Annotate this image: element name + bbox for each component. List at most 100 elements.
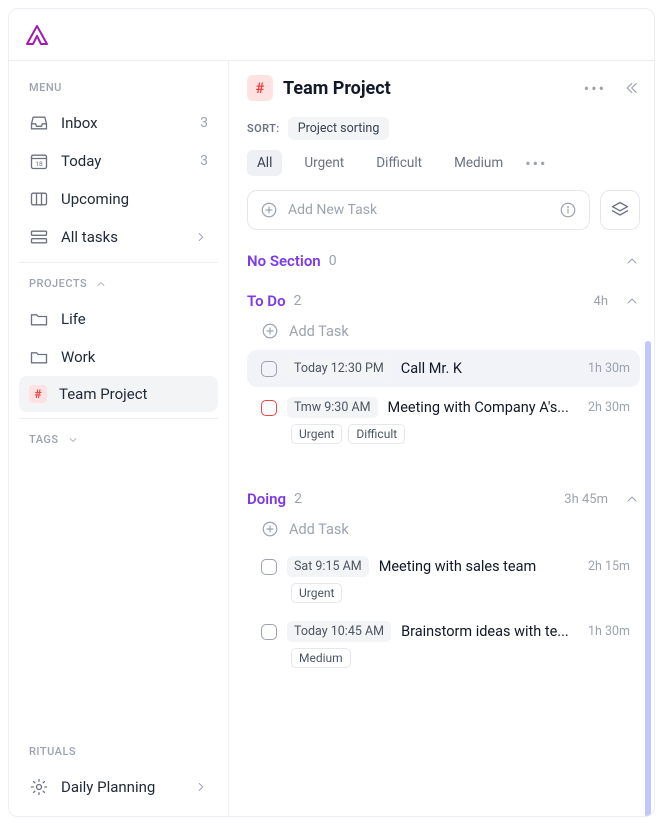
nav-label: Inbox [61, 114, 98, 132]
plus-icon [260, 201, 278, 219]
section-name[interactable]: No Section [247, 252, 321, 270]
columns-icon [29, 189, 49, 209]
nav-label: Work [61, 348, 95, 366]
section-count: 2 [294, 491, 302, 507]
layers-button[interactable] [600, 190, 640, 230]
sort-label: SORT: [247, 122, 280, 135]
filter-medium[interactable]: Medium [444, 150, 513, 176]
task-title: Meeting with Company A's... [388, 399, 569, 416]
filter-row: All Urgent Difficult Medium ••• [247, 150, 640, 176]
topbar [9, 9, 654, 61]
chevron-up-icon [95, 278, 107, 290]
page-title: Team Project [283, 78, 391, 99]
project-life[interactable]: Life [19, 300, 218, 338]
task-tag[interactable]: Urgent [291, 583, 342, 603]
nav-label: Daily Planning [61, 778, 155, 796]
project-work[interactable]: Work [19, 338, 218, 376]
plus-icon [261, 520, 279, 538]
add-task-button[interactable]: Add Task [247, 508, 640, 548]
chevron-right-icon [194, 230, 208, 244]
task-when: Today 10:45 AM [287, 621, 391, 642]
section-count: 0 [329, 253, 337, 269]
sort-value[interactable]: Project sorting [288, 117, 390, 140]
page-header: # Team Project ••• [247, 75, 640, 101]
chevron-right-icon [194, 780, 208, 794]
task-row[interactable]: Today 12:30 PM Call Mr. K 1h 30m [247, 350, 640, 387]
task-tag[interactable]: Urgent [291, 424, 342, 444]
task-tag[interactable]: Medium [291, 648, 351, 668]
sidebar: MENU Inbox 3 18 Today 3 Upcoming All tas… [9, 61, 229, 816]
task-row[interactable]: Tmw 9:30 AM Meeting with Company A's... … [247, 389, 640, 452]
section-no-section: No Section 0 [247, 252, 640, 270]
hash-icon: # [247, 75, 273, 101]
sort-row: SORT: Project sorting [247, 117, 640, 140]
divider [19, 262, 218, 263]
section-count: 2 [294, 293, 302, 309]
sun-icon [29, 777, 49, 797]
main: MENU Inbox 3 18 Today 3 Upcoming All tas… [9, 61, 654, 816]
nav-upcoming[interactable]: Upcoming [19, 180, 218, 218]
app-window: MENU Inbox 3 18 Today 3 Upcoming All tas… [8, 8, 655, 817]
filter-difficult[interactable]: Difficult [366, 150, 432, 176]
add-new-placeholder: Add New Task [288, 202, 377, 218]
nav-count: 3 [200, 115, 208, 131]
calendar-icon: 18 [29, 151, 49, 171]
nav-label: Life [61, 310, 86, 328]
nav-count: 3 [200, 153, 208, 169]
task-checkbox[interactable] [261, 361, 277, 377]
inbox-icon [29, 113, 49, 133]
logo-icon [25, 24, 49, 46]
chevron-up-icon[interactable] [624, 253, 640, 269]
list-icon [29, 227, 49, 247]
section-doing: Doing 2 3h 45m Add Task Sat 9:15 AM Me [247, 490, 640, 676]
task-duration: 2h 15m [588, 559, 630, 574]
more-icon[interactable]: ••• [584, 79, 606, 98]
svg-text:18: 18 [35, 160, 43, 168]
folder-icon [29, 347, 49, 367]
scrollbar[interactable] [645, 341, 651, 816]
filter-all[interactable]: All [247, 150, 282, 176]
task-title: Meeting with sales team [379, 558, 537, 575]
nav-all-tasks[interactable]: All tasks [19, 218, 218, 256]
nav-label: Team Project [59, 385, 147, 403]
add-new-task-input[interactable]: Add New Task [247, 190, 590, 230]
task-checkbox[interactable] [261, 400, 277, 416]
task-row[interactable]: Sat 9:15 AM Meeting with sales team 2h 1… [247, 548, 640, 611]
collapse-icon[interactable] [622, 79, 640, 98]
task-tag[interactable]: Difficult [348, 424, 405, 444]
task-when: Tmw 9:30 AM [287, 397, 378, 418]
task-duration: 1h 30m [588, 624, 630, 639]
task-checkbox[interactable] [261, 624, 277, 640]
nav-inbox[interactable]: Inbox 3 [19, 104, 218, 142]
nav-label: All tasks [61, 228, 118, 246]
folder-icon [29, 309, 49, 329]
section-to-do: To Do 2 4h Add Task Today 12:30 PM Cal [247, 292, 640, 452]
more-filters-icon[interactable]: ••• [525, 154, 547, 173]
hash-icon: # [29, 385, 47, 403]
filter-urgent[interactable]: Urgent [294, 150, 354, 176]
task-when: Sat 9:15 AM [287, 556, 369, 577]
task-title: Brainstorm ideas with te... [401, 623, 569, 640]
nav-today[interactable]: 18 Today 3 [19, 142, 218, 180]
task-row[interactable]: Today 10:45 AM Brainstorm ideas with te.… [247, 613, 640, 676]
section-duration: 4h [594, 294, 608, 309]
chevron-down-icon [67, 434, 79, 446]
task-checkbox[interactable] [261, 559, 277, 575]
plus-icon [261, 322, 279, 340]
section-name[interactable]: Doing [247, 490, 286, 508]
info-icon[interactable] [559, 201, 577, 219]
ritual-daily-planning[interactable]: Daily Planning [19, 768, 218, 806]
task-title: Call Mr. K [401, 360, 462, 377]
chevron-up-icon[interactable] [624, 491, 640, 507]
section-name[interactable]: To Do [247, 292, 286, 310]
add-task-button[interactable]: Add Task [247, 310, 640, 350]
section-duration: 3h 45m [564, 492, 608, 507]
content: # Team Project ••• SORT: Project sorting… [229, 61, 654, 816]
divider [19, 418, 218, 419]
chevron-up-icon[interactable] [624, 293, 640, 309]
nav-label: Today [61, 152, 101, 170]
projects-heading[interactable]: PROJECTS [19, 273, 218, 300]
task-when: Today 12:30 PM [287, 358, 391, 379]
project-team-project[interactable]: # Team Project [19, 376, 218, 412]
tags-heading[interactable]: TAGS [19, 429, 218, 456]
